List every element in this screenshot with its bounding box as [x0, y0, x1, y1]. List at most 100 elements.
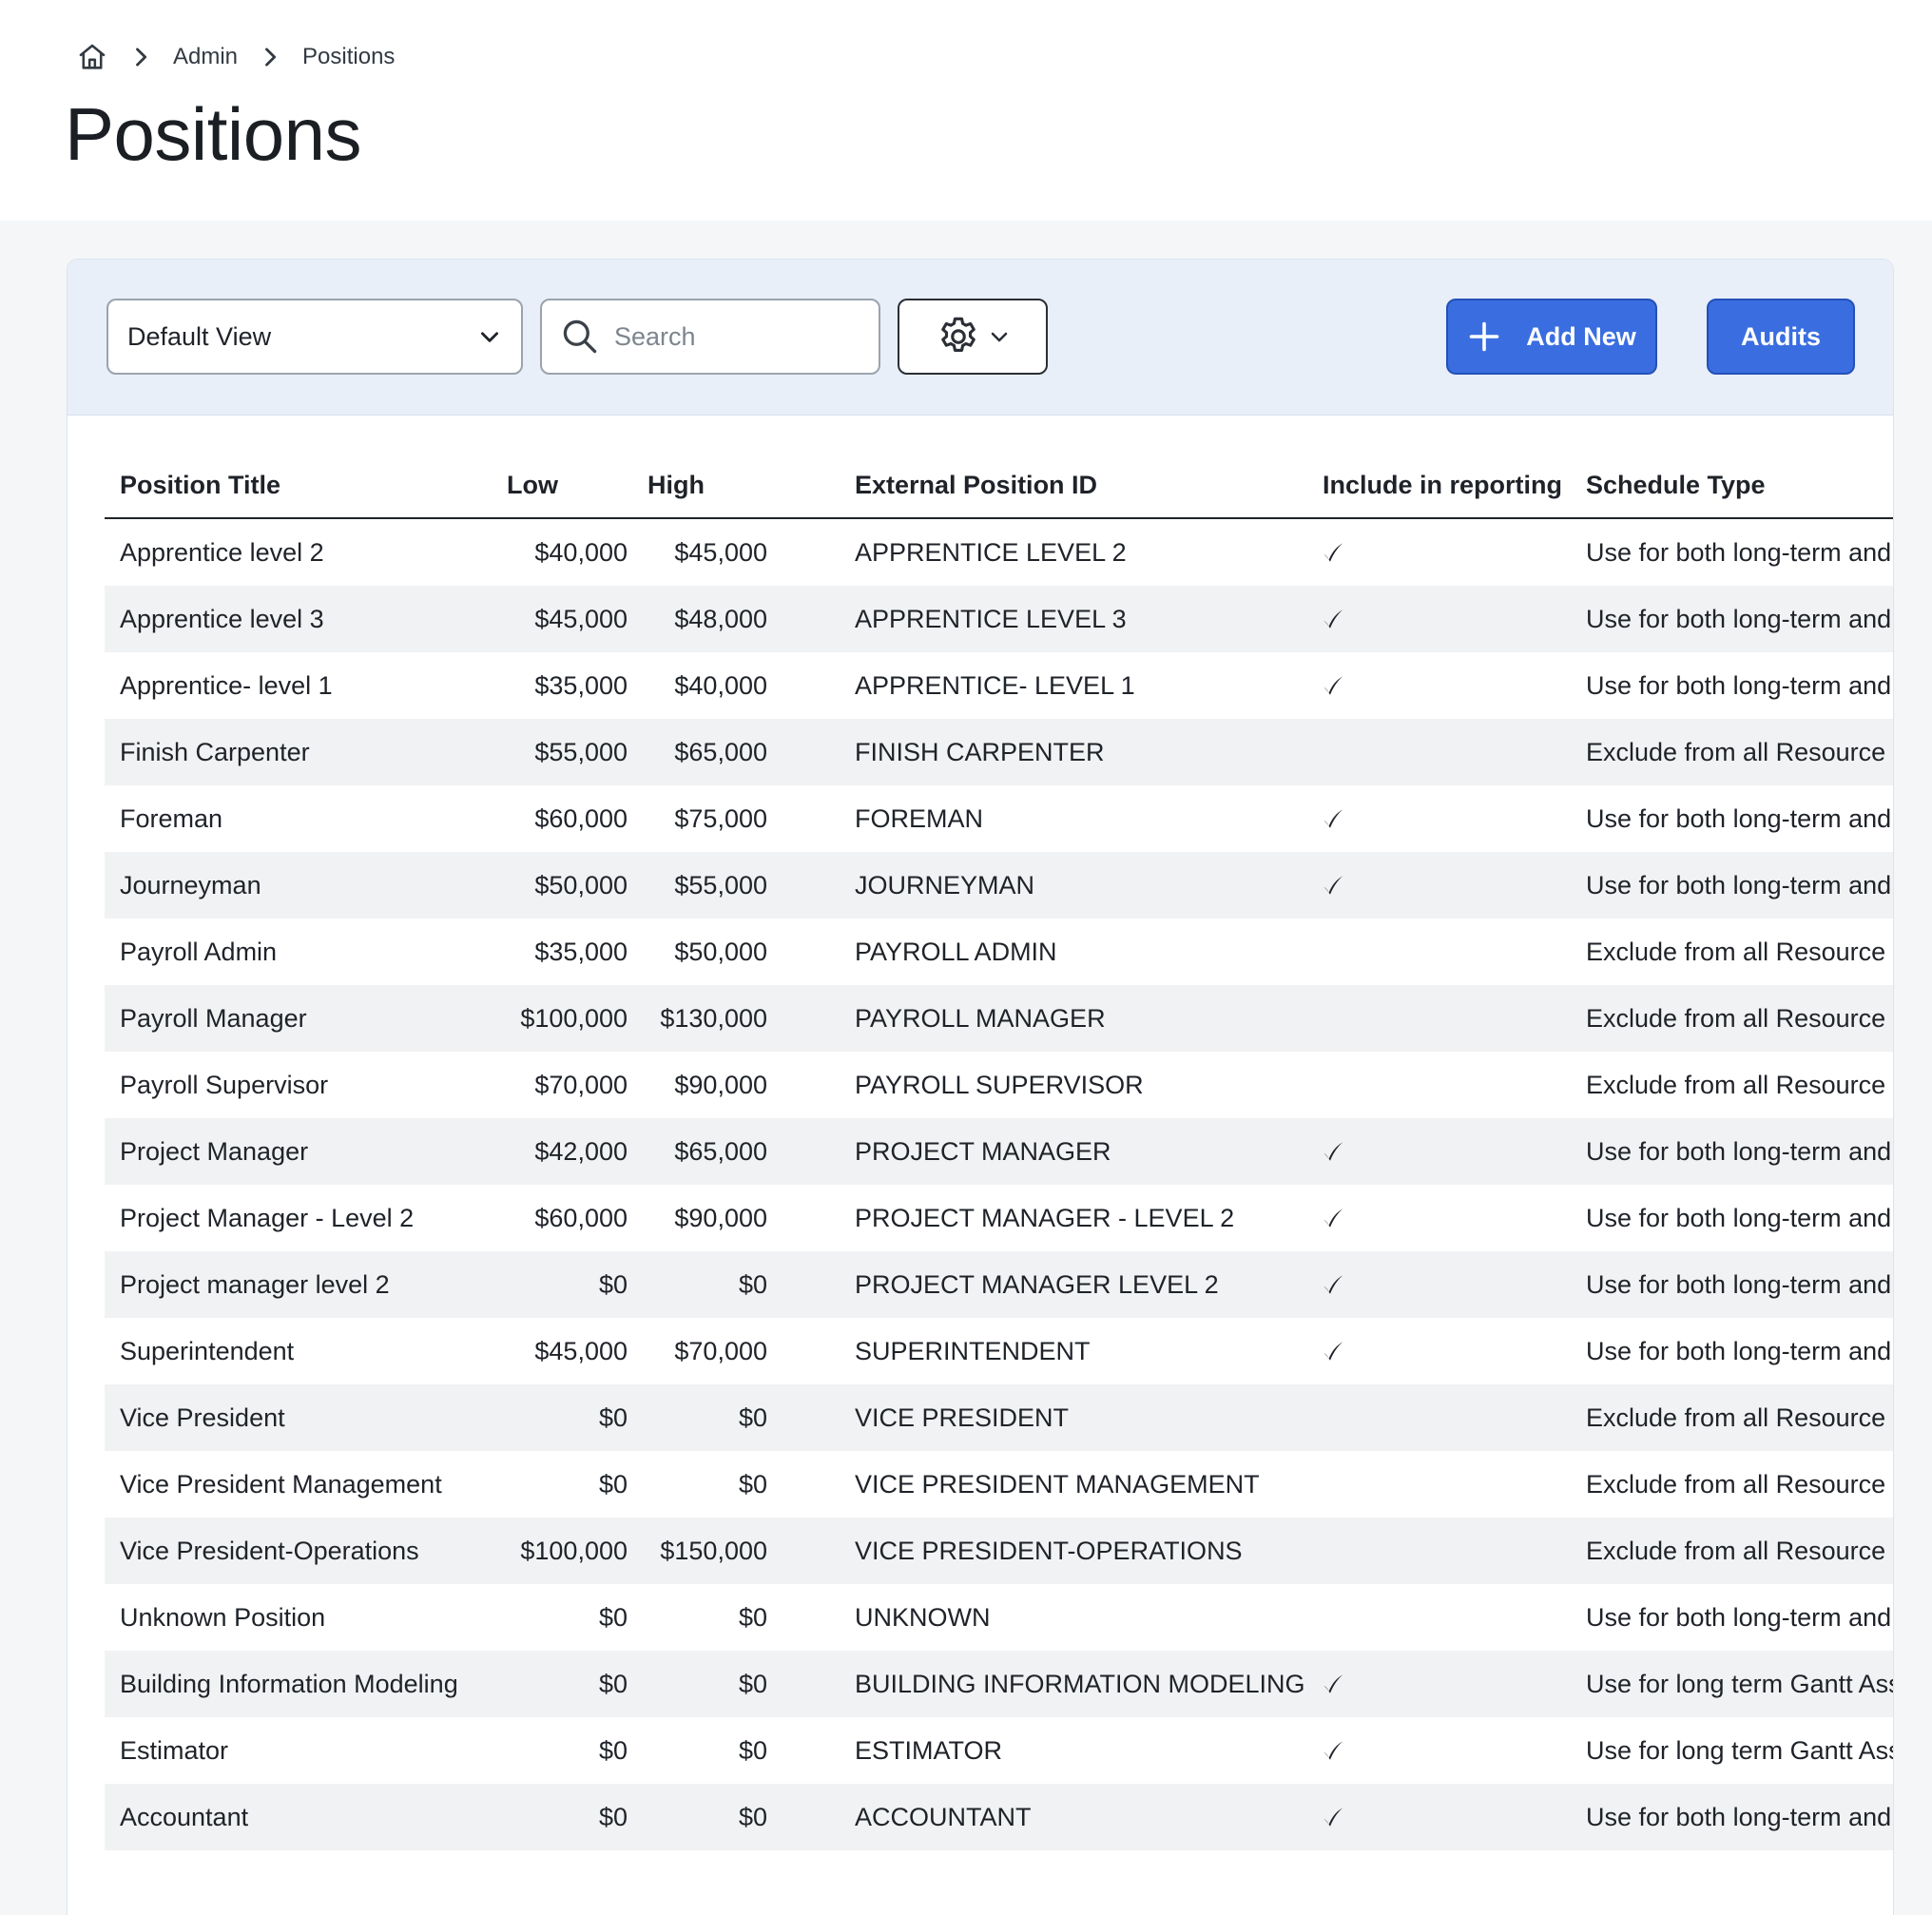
cell-low: $70,000	[534, 1071, 628, 1099]
table-row[interactable]: Building Information Modeling $0 $0 BUILDIN…	[105, 1651, 1893, 1717]
table-row[interactable]: Apprentice- level 1 $35,000 $40,000 APPRENT…	[105, 652, 1893, 719]
cell-schedule-type: Use for both long-term and shor	[1586, 1137, 1893, 1166]
cell-schedule-type: Use for both long-term and shor	[1586, 671, 1893, 700]
cell-low: $100,000	[520, 1537, 628, 1565]
column-header-include-in-reporting[interactable]: Include in reporting	[1323, 471, 1562, 500]
cell-high: $40,000	[674, 671, 767, 700]
table-row[interactable]: Vice President $0 $0 VICE PRESIDENT Exclude …	[105, 1384, 1893, 1451]
table-row[interactable]: Journeyman $50,000 $55,000 JOURNEYMAN Use fo…	[105, 852, 1893, 919]
cell-high: $50,000	[674, 938, 767, 966]
cell-position-title: Superintendent	[120, 1337, 295, 1365]
table-row[interactable]: Apprentice level 3 $45,000 $48,000 APPRENTI…	[105, 586, 1893, 652]
table-header: Position Title Low High External Positio…	[105, 416, 1893, 519]
breadcrumb: Admin Positions	[76, 38, 395, 76]
cell-low: $0	[598, 1670, 628, 1698]
cell-high: $0	[738, 1603, 767, 1632]
table-row[interactable]: Payroll Manager $100,000 $130,000 PAYROLL M…	[105, 985, 1893, 1052]
checkmark-icon	[1323, 676, 1343, 695]
plus-icon	[1469, 321, 1499, 352]
add-new-button[interactable]: Add New	[1446, 299, 1657, 375]
column-header-external-position-id[interactable]: External Position ID	[855, 471, 1097, 500]
cell-include-in-reporting	[1321, 1251, 1378, 1318]
cell-include-in-reporting	[1321, 1451, 1378, 1518]
view-select[interactable]: Default View	[106, 299, 523, 375]
cell-low: $60,000	[534, 804, 628, 833]
table-row[interactable]: Vice President Management $0 $0 VICE PRESID…	[105, 1451, 1893, 1518]
search-input[interactable]	[614, 321, 852, 352]
table-row[interactable]: Vice President-Operations $100,000 $150,00…	[105, 1518, 1893, 1584]
audits-button[interactable]: Audits	[1707, 299, 1855, 375]
table-row[interactable]: Finish Carpenter $55,000 $65,000 FINISH CAR…	[105, 719, 1893, 785]
cell-external-position-id: VICE PRESIDENT-OPERATIONS	[855, 1537, 1243, 1565]
table-row[interactable]: Project Manager $42,000 $65,000 PROJECT MAN…	[105, 1118, 1893, 1185]
cell-external-position-id: APPRENTICE LEVEL 2	[855, 538, 1127, 567]
search-icon	[563, 319, 597, 354]
cell-low: $0	[598, 1603, 628, 1632]
column-header-low[interactable]: Low	[507, 471, 558, 500]
cell-low: $0	[598, 1803, 628, 1831]
cell-position-title: Project Manager	[120, 1137, 309, 1166]
cell-high: $0	[738, 1403, 767, 1432]
cell-schedule-type: Use for both long-term and shor	[1586, 1603, 1893, 1632]
cell-schedule-type: Use for both long-term and shor	[1586, 605, 1893, 633]
column-header-high[interactable]: High	[647, 471, 705, 500]
cell-schedule-type: Exclude from all Resource Planr	[1586, 938, 1893, 966]
table-row[interactable]: Unknown Position $0 $0 UNKNOWN Use for both …	[105, 1584, 1893, 1651]
cell-high: $150,000	[660, 1537, 767, 1565]
home-icon[interactable]	[76, 41, 108, 73]
cell-position-title: Accountant	[120, 1803, 249, 1831]
cell-external-position-id: JOURNEYMAN	[855, 871, 1035, 899]
cell-high: $70,000	[674, 1337, 767, 1365]
column-header-schedule-type[interactable]: Schedule Type	[1586, 471, 1766, 500]
cell-low: $0	[598, 1270, 628, 1299]
cell-high: $130,000	[660, 1004, 767, 1033]
table-row[interactable]: Project manager level 2 $0 $0 PROJECT MANAG…	[105, 1251, 1893, 1318]
cell-low: $35,000	[534, 938, 628, 966]
cell-include-in-reporting	[1321, 1318, 1378, 1384]
page-title: Positions	[65, 92, 362, 176]
cell-low: $45,000	[534, 605, 628, 633]
table-row[interactable]: Project Manager - Level 2 $60,000 $90,000 P…	[105, 1185, 1893, 1251]
cell-include-in-reporting	[1321, 1518, 1378, 1584]
column-header-position-title[interactable]: Position Title	[120, 471, 280, 500]
positions-table: Position Title Low High External Positio…	[105, 416, 1893, 1850]
cell-low: $45,000	[534, 1337, 628, 1365]
chevron-down-icon	[481, 332, 498, 342]
cell-position-title: Apprentice- level 1	[120, 671, 333, 700]
table-row[interactable]: Payroll Admin $35,000 $50,000 PAYROLL ADMIN…	[105, 919, 1893, 985]
table-row[interactable]: Estimator $0 $0 ESTIMATOR Use for long term …	[105, 1717, 1893, 1784]
cell-position-title: Building Information Modeling	[120, 1670, 458, 1698]
cell-include-in-reporting	[1321, 1185, 1378, 1251]
cell-low: $0	[598, 1736, 628, 1765]
toolbar: Default View Add New	[68, 260, 1893, 416]
audits-label: Audits	[1741, 321, 1821, 351]
settings-button[interactable]	[898, 299, 1048, 375]
cell-external-position-id: FINISH CARPENTER	[855, 738, 1105, 766]
cell-high: $75,000	[674, 804, 767, 833]
cell-high: $48,000	[674, 605, 767, 633]
table-row[interactable]: Payroll Supervisor $70,000 $90,000 PAYROLL …	[105, 1052, 1893, 1118]
cell-external-position-id: UNKNOWN	[855, 1603, 991, 1632]
breadcrumb-item-admin[interactable]: Admin	[173, 44, 238, 70]
cell-low: $40,000	[534, 538, 628, 567]
cell-schedule-type: Exclude from all Resource Planr	[1586, 1403, 1893, 1432]
table-row[interactable]: Accountant $0 $0 ACCOUNTANT Use for both lon…	[105, 1784, 1893, 1850]
cell-schedule-type: Exclude from all Resource Planr	[1586, 1470, 1893, 1499]
cell-schedule-type: Exclude from all Resource Planr	[1586, 1537, 1893, 1565]
table-row[interactable]: Apprentice level 2 $40,000 $45,000 APPRENTI…	[105, 519, 1893, 586]
cell-schedule-type: Use for both long-term and shor	[1586, 1337, 1893, 1365]
cell-schedule-type: Exclude from all Resource Planr	[1586, 738, 1893, 766]
cell-schedule-type: Use for long term Gantt Assignn	[1586, 1736, 1893, 1765]
cell-high: $90,000	[674, 1204, 767, 1232]
cell-external-position-id: PROJECT MANAGER	[855, 1137, 1111, 1166]
gear-icon	[941, 317, 976, 352]
view-select-value: Default View	[127, 321, 272, 351]
cell-schedule-type: Use for both long-term and shor	[1586, 1270, 1893, 1299]
cell-schedule-type: Use for both long-term and shor	[1586, 1803, 1893, 1831]
search-box	[540, 299, 880, 375]
cell-high: $0	[738, 1803, 767, 1831]
table-row[interactable]: Foreman $60,000 $75,000 FOREMAN Use for both…	[105, 785, 1893, 852]
cell-position-title: Payroll Admin	[120, 938, 278, 966]
cell-high: $0	[738, 1670, 767, 1698]
table-row[interactable]: Superintendent $45,000 $70,000 SUPERINTENDE…	[105, 1318, 1893, 1384]
